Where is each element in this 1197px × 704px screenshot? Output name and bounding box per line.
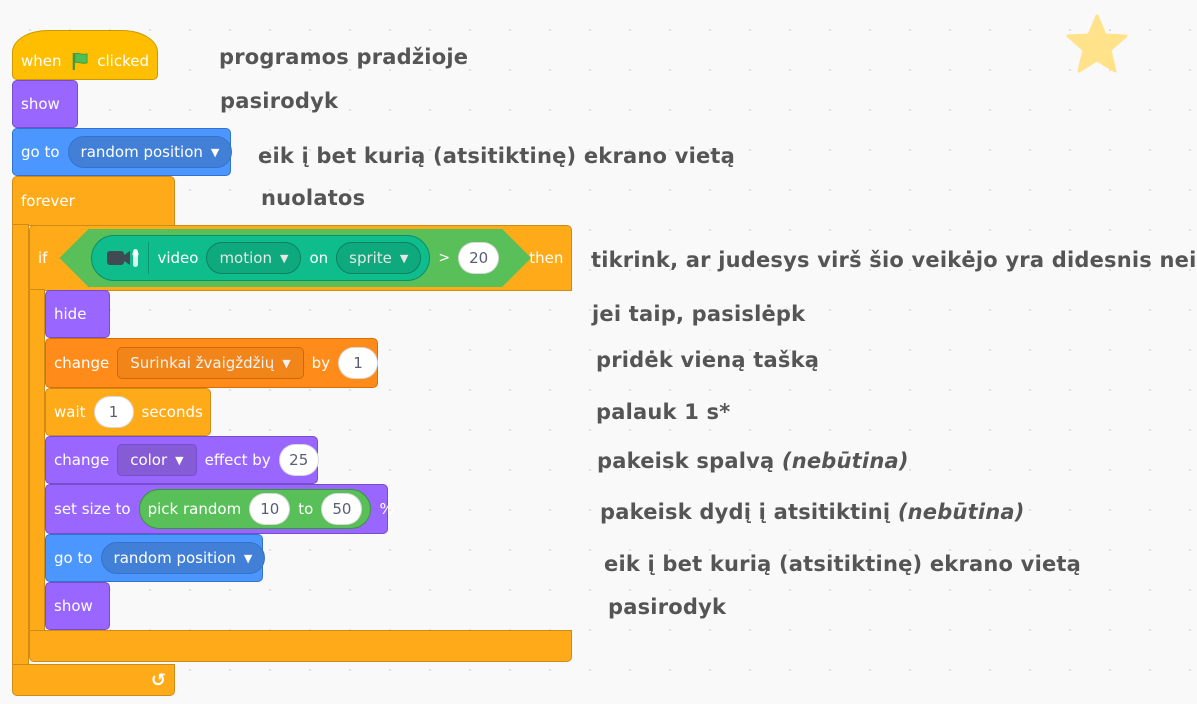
note-wait: palauk 1 s* (596, 400, 731, 424)
wait-seconds-input[interactable]: 1 (93, 396, 134, 428)
dropdown-arrow-icon: ▼ (399, 251, 409, 265)
effect-dropdown-value: color (130, 451, 168, 469)
wait-block[interactable]: wait 1 seconds (45, 388, 211, 436)
if-footer[interactable] (29, 630, 572, 662)
to-label: to (298, 500, 314, 518)
forever-label: forever (21, 192, 75, 210)
change-label: change (54, 354, 110, 372)
then-label: then (529, 249, 564, 267)
position-dropdown-value: random position (80, 143, 203, 161)
star-icon (1066, 14, 1128, 73)
dropdown-arrow-icon: ▼ (282, 356, 291, 370)
random-to-input[interactable]: 50 (321, 493, 363, 525)
on-label: on (309, 249, 329, 267)
forever-arm (12, 224, 29, 668)
note-change-color: pakeisk spalvą (nebūtina) (597, 449, 909, 473)
set-size-label: set size to (54, 500, 131, 518)
note-change-size-optional: (nebūtina) (897, 500, 1025, 524)
video-target-dropdown[interactable]: sprite ▼ (336, 242, 421, 274)
if-block[interactable]: if video motion ▼ on sprite ▼ > 20 then (29, 225, 572, 291)
forever-footer[interactable]: ↺ (12, 664, 175, 696)
hide-block[interactable]: hide (45, 290, 110, 338)
threshold-input[interactable]: 20 (458, 242, 499, 274)
note-forever: nuolatos (261, 186, 366, 210)
change-variable-block[interactable]: change Surinkai žvaigždžių ▼ by 1 (45, 338, 379, 388)
show-label: show (54, 597, 93, 615)
go-to-label: go to (54, 549, 93, 567)
position-dropdown[interactable]: random position ▼ (67, 136, 233, 168)
go-to-label: go to (21, 143, 60, 161)
video-attribute-dropdown[interactable]: motion ▼ (206, 242, 301, 274)
greater-than-label: > (438, 250, 451, 266)
if-arm (29, 289, 45, 633)
percent-label: % (379, 500, 394, 518)
change-label: change (54, 451, 110, 469)
video-attribute-value: motion (219, 249, 272, 267)
note-add-point: pridėk vieną tašką (596, 348, 820, 372)
show-block[interactable]: show (45, 582, 110, 630)
by-label: by (311, 354, 331, 372)
divider (148, 242, 149, 274)
clicked-label: clicked (97, 52, 149, 70)
hide-label: hide (54, 305, 87, 323)
position-dropdown[interactable]: random position ▼ (100, 542, 266, 574)
go-to-block[interactable]: go to random position ▼ (45, 534, 266, 582)
forever-block[interactable]: forever (12, 176, 175, 226)
when-flag-clicked-block[interactable]: when clicked (12, 30, 158, 80)
effect-by-label: effect by (204, 451, 271, 469)
if-label: if (38, 249, 48, 267)
effect-dropdown[interactable]: color ▼ (117, 444, 197, 476)
comparison-condition[interactable]: video motion ▼ on sprite ▼ > 20 (59, 229, 531, 287)
green-flag-icon (72, 52, 88, 70)
dropdown-arrow-icon: ▼ (243, 551, 253, 565)
note-change-color-text: pakeisk spalvą (597, 449, 775, 473)
note-change-size-text: pakeisk dydį į atsitiktinį (600, 500, 891, 524)
note-go-to-2: eik į bet kurią (atsitiktinę) ekrano vie… (604, 552, 1082, 576)
loop-arrow-icon: ↺ (150, 669, 166, 691)
variable-dropdown-value: Surinkai žvaigždžių (130, 354, 275, 372)
note-check-motion: tikrink, ar judesys virš šio veikėjo yra… (591, 248, 1197, 272)
note-hide: jei taip, pasislėpk (592, 302, 806, 326)
random-from-input[interactable]: 10 (249, 493, 291, 525)
video-sensing-reporter[interactable]: video motion ▼ on sprite ▼ (91, 235, 430, 281)
video-label: video (157, 249, 199, 267)
change-effect-block[interactable]: change color ▼ effect by 25 (45, 436, 319, 484)
pick-random-reporter[interactable]: pick random 10 to 50 (138, 489, 372, 529)
seconds-label: seconds (141, 403, 203, 421)
set-size-block[interactable]: set size to pick random 10 to 50 % (45, 484, 394, 534)
dropdown-arrow-icon: ▼ (175, 453, 184, 467)
video-sensing-icon (106, 246, 140, 270)
show-label: show (21, 95, 60, 113)
when-label: when (21, 52, 62, 70)
effect-amount-input[interactable]: 25 (278, 444, 319, 476)
variable-dropdown[interactable]: Surinkai žvaigždžių ▼ (117, 347, 304, 379)
note-show: pasirodyk (220, 89, 339, 113)
dropdown-arrow-icon: ▼ (279, 251, 289, 265)
position-dropdown-value: random position (113, 549, 236, 567)
change-amount-input[interactable]: 1 (338, 347, 379, 379)
note-change-color-optional: (nebūtina) (781, 449, 909, 473)
note-change-size: pakeisk dydį į atsitiktinį (nebūtina) (600, 500, 1025, 524)
wait-label: wait (54, 403, 86, 421)
pick-random-label: pick random (147, 500, 242, 518)
video-target-value: sprite (349, 249, 392, 267)
dropdown-arrow-icon: ▼ (210, 145, 220, 159)
note-program-start: programos pradžioje (219, 45, 469, 69)
note-go-to: eik į bet kurią (atsitiktinę) ekrano vie… (258, 144, 736, 168)
note-show-2: pasirodyk (608, 595, 727, 619)
show-block[interactable]: show (12, 80, 78, 128)
go-to-block[interactable]: go to random position ▼ (12, 128, 233, 176)
